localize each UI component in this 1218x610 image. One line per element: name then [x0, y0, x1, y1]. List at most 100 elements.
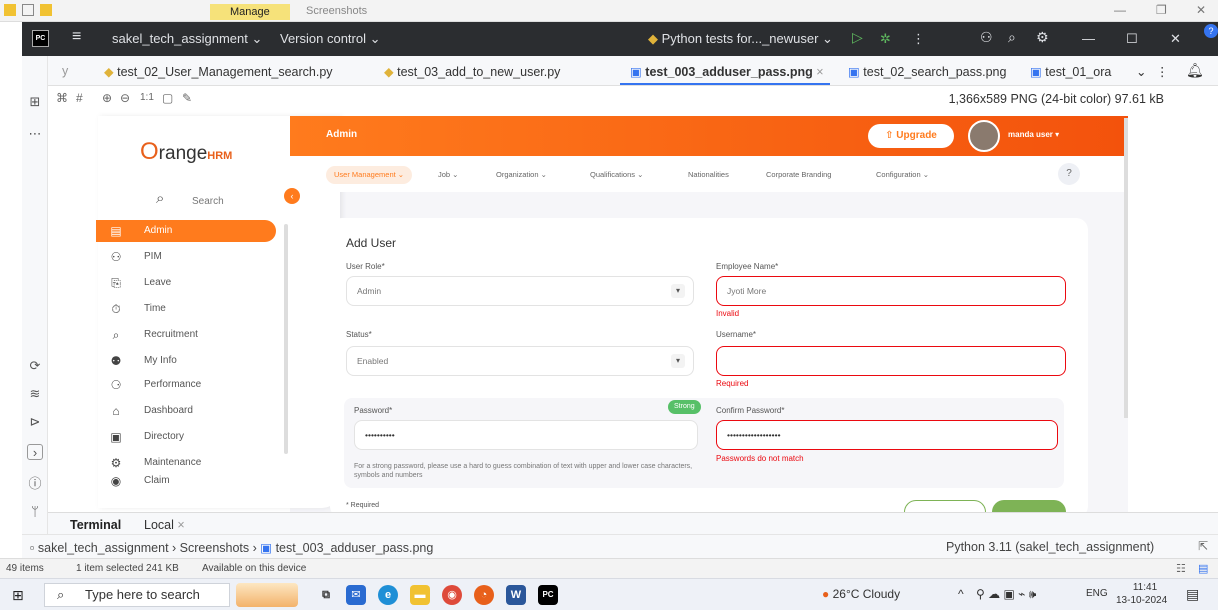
topnav-qualifications[interactable]: Qualifications ⌄ — [582, 166, 651, 184]
close-tab-icon[interactable]: × — [177, 518, 184, 532]
zoom-out-icon[interactable]: ⊖ — [120, 91, 130, 105]
settings-gear-icon[interactable]: ⚙ — [1036, 29, 1049, 46]
services-icon[interactable]: ⊳ — [27, 414, 43, 430]
tab-test-003-adduser-pass[interactable]: ▣ test_003_adduser_pass.png × — [630, 64, 824, 79]
run-icon[interactable]: ▷ — [852, 29, 863, 46]
nav-claim[interactable]: ◉ Claim — [96, 474, 276, 488]
project-selector[interactable]: sakel_tech_assignment ⌄ — [112, 31, 262, 47]
restore-button[interactable]: ❐ — [1156, 3, 1167, 17]
nav-dashboard[interactable]: ⌂ Dashboard — [96, 400, 276, 422]
topnav-configuration[interactable]: Configuration ⌄ — [868, 166, 937, 184]
search-icon[interactable]: ⌕ — [1008, 29, 1016, 46]
notifications-icon[interactable]: 🔔︎ — [1186, 62, 1204, 79]
grid-icon[interactable]: # — [76, 91, 83, 105]
ide-close-button[interactable]: ✕ — [1170, 31, 1181, 47]
password-input[interactable]: •••••••••• — [354, 420, 698, 450]
ide-maximize-button[interactable]: ☐ — [1126, 31, 1138, 47]
zoom-in-icon[interactable]: ⊕ — [102, 91, 112, 105]
close-button[interactable]: ✕ — [1196, 3, 1206, 17]
topnav-job[interactable]: Job ⌄ — [430, 166, 466, 184]
tab-test-02-search-pass[interactable]: ▣ test_02_search_pass.png — [848, 64, 1006, 79]
debug-icon[interactable]: ✲ — [880, 31, 891, 47]
nav-leave[interactable]: ⎘ Leave — [96, 272, 276, 294]
interpreter-selector[interactable]: Python 3.11 (sakel_tech_assignment) — [946, 540, 1154, 554]
manage-tab[interactable]: Manage — [210, 4, 290, 20]
edge-icon[interactable]: e — [378, 585, 398, 605]
nav-recruitment[interactable]: ⌕ Recruitment — [96, 324, 276, 346]
nav-admin[interactable]: ▤ Admin — [96, 220, 276, 242]
confirm-password-input[interactable]: •••••••••••••••••• — [716, 420, 1058, 450]
notifications-center-icon[interactable]: ▤ — [1186, 586, 1199, 603]
add-user-icon[interactable]: ⚇ — [980, 29, 993, 46]
task-view-icon[interactable]: ⧉ — [316, 585, 336, 605]
search-highlight-image[interactable] — [236, 583, 298, 607]
close-tab-icon[interactable]: × — [816, 65, 823, 79]
tab-test-03-add-to-new-user[interactable]: ◆ test_03_add_to_new_user.py — [384, 64, 560, 79]
structure-icon[interactable]: ⊞ — [27, 94, 43, 110]
avatar[interactable] — [968, 120, 1000, 152]
python-packages-icon[interactable]: ⟳ — [27, 358, 43, 374]
help-badge-icon[interactable]: ? — [1204, 24, 1218, 38]
weather-widget[interactable]: ● 26°C Cloudy — [822, 587, 900, 601]
tray-chevron-icon[interactable]: ^ — [958, 587, 964, 601]
topnav-organization[interactable]: Organization ⌄ — [488, 166, 555, 184]
fit-icon[interactable]: ⌘ — [56, 91, 68, 105]
user-dropdown[interactable]: manda user ▾ — [1008, 130, 1059, 139]
help-button[interactable]: ? — [1058, 163, 1080, 185]
nav-directory[interactable]: ▣ Directory — [96, 426, 276, 448]
sidebar-scrollbar[interactable] — [284, 224, 288, 454]
chrome-icon[interactable]: ◉ — [442, 585, 462, 605]
share-icon[interactable]: ⇱ — [1198, 539, 1208, 553]
terminal-icon[interactable]: › — [27, 444, 43, 460]
word-icon[interactable]: W — [506, 585, 526, 605]
tabs-more-icon[interactable]: ⋮ — [1156, 64, 1169, 79]
terminal-tab-local[interactable]: Local × — [144, 518, 185, 532]
taskbar-search[interactable]: ⌕ Type here to search — [44, 583, 230, 607]
tray-icons[interactable]: ⚲ ☁ ▣ ⌁ 🕪︎ — [976, 587, 1036, 602]
sidebar-collapse-button[interactable]: ‹ — [284, 188, 300, 204]
username-input[interactable] — [716, 346, 1066, 376]
employee-name-input[interactable]: Jyoti More — [716, 276, 1066, 306]
main-menu-icon[interactable]: ≡ — [72, 28, 81, 46]
color-picker-icon[interactable]: ✎ — [182, 91, 192, 105]
layers-icon[interactable]: ≋ — [27, 386, 43, 402]
details-view-icon[interactable]: ☷ — [1176, 562, 1186, 575]
nav-pim[interactable]: ⚇ PIM — [96, 246, 276, 268]
nav-my-info[interactable]: ⚉ My Info — [96, 350, 276, 372]
breadcrumb-file[interactable]: test_003_adduser_pass.png — [276, 541, 434, 555]
tab-test-02-user-management[interactable]: ◆ test_02_User_Management_search.py — [104, 64, 333, 79]
topnav-corporate-branding[interactable]: Corporate Branding — [758, 166, 839, 184]
language-indicator[interactable]: ENG — [1086, 588, 1108, 599]
vcs-menu[interactable]: Version control ⌄ — [280, 31, 381, 47]
tab-test-01-ora[interactable]: ▣ test_01_ora — [1030, 64, 1111, 79]
background-icon[interactable]: ▢ — [162, 91, 173, 105]
sidebar-search[interactable]: Search — [192, 196, 224, 207]
status-select[interactable]: Enabled ▾ — [346, 346, 694, 376]
mail-icon[interactable]: ✉ — [346, 585, 366, 605]
file-explorer-icon[interactable]: ▬ — [410, 585, 430, 605]
clock-time[interactable]: 11:41 — [1128, 582, 1162, 593]
topnav-nationalities[interactable]: Nationalities — [680, 166, 737, 184]
breadcrumb-project[interactable]: sakel_tech_assignment — [38, 541, 169, 555]
tab-truncated[interactable]: y — [62, 64, 68, 78]
nav-time[interactable]: ⏱ Time — [96, 298, 276, 320]
ide-minimize-button[interactable]: — — [1082, 31, 1095, 46]
breadcrumb-folder[interactable]: Screenshots — [180, 541, 249, 555]
topnav-user-management[interactable]: User Management ⌄ — [326, 166, 413, 184]
clock-date[interactable]: 13-10-2024 — [1116, 595, 1167, 606]
git-icon[interactable]: ᛘ — [27, 504, 43, 520]
more-actions-icon[interactable]: ⋮ — [912, 31, 925, 47]
run-config-selector[interactable]: ◆ Python tests for..._newuser ⌄ — [648, 31, 833, 47]
problems-icon[interactable]: ⓘ — [27, 476, 43, 492]
upgrade-button[interactable]: ⇧ Upgrade — [868, 124, 954, 148]
properties-icon[interactable] — [22, 4, 34, 16]
nav-performance[interactable]: ⚆ Performance — [96, 374, 276, 396]
more-tools-icon[interactable]: ⋯ — [27, 126, 43, 142]
minimize-button[interactable]: — — [1114, 3, 1126, 17]
pycharm-taskbar-icon[interactable]: PC — [538, 585, 558, 605]
user-role-select[interactable]: Admin ▾ — [346, 276, 694, 306]
nav-maintenance[interactable]: ⚙ Maintenance — [96, 452, 276, 474]
new-folder-icon[interactable] — [40, 4, 52, 16]
thumbnail-view-icon[interactable]: ▤ — [1198, 562, 1208, 575]
terminal-title[interactable]: Terminal — [70, 518, 121, 532]
